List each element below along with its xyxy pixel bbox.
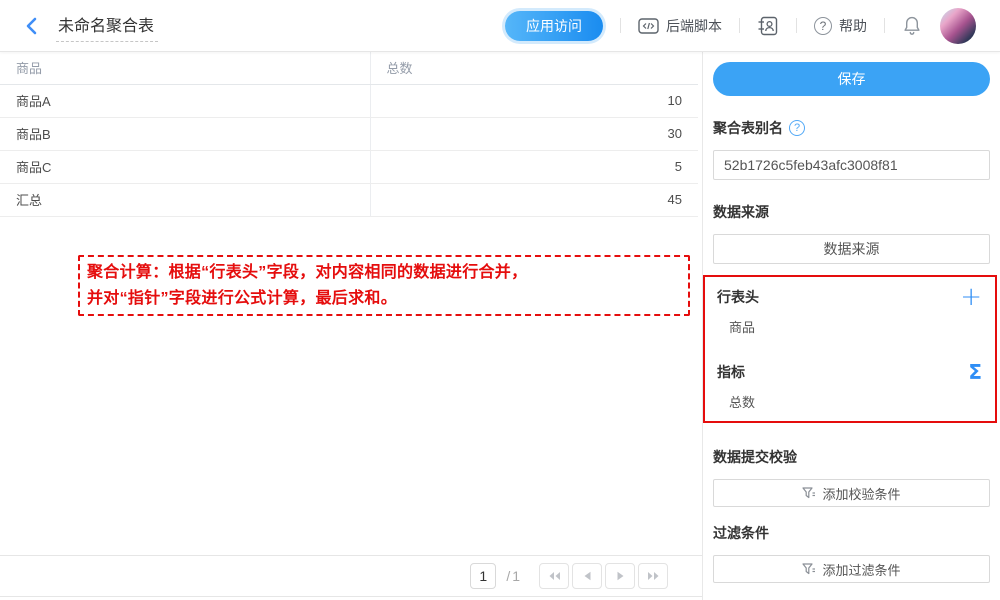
divider <box>620 18 621 33</box>
cell-total: 10 <box>370 84 698 117</box>
pagination-bar: 1 /1 <box>0 555 702 597</box>
table-row: 商品C 5 <box>0 150 698 183</box>
annotation-line-2: 并对“指针”字段进行公式计算，最后求和。 <box>87 286 681 312</box>
divider <box>739 18 740 33</box>
cell-product: 商品C <box>0 150 370 183</box>
prev-page-button[interactable] <box>572 563 602 589</box>
divider <box>884 18 885 33</box>
chevron-right-triangle-icon <box>616 571 625 581</box>
aggregation-preview-table: 商品 总数 商品A 10 商品B 30 商品C 5 <box>0 52 698 217</box>
page-title[interactable]: 未命名聚合表 <box>56 10 158 42</box>
filter-icon <box>802 487 816 500</box>
metric-label: 指标 <box>717 362 745 382</box>
double-chevron-right-icon <box>647 571 660 581</box>
filter-label: 过滤条件 <box>713 523 990 543</box>
add-validation-button[interactable]: 添加校验条件 <box>713 479 990 507</box>
cell-product: 商品A <box>0 84 370 117</box>
contacts-button[interactable] <box>757 16 779 36</box>
cell-product: 汇总 <box>0 183 370 216</box>
cell-total: 5 <box>370 150 698 183</box>
column-header-product: 商品 <box>0 52 370 84</box>
topbar: 未命名聚合表 应用访问 后端脚本 <box>0 0 1000 52</box>
row-header-label: 行表头 <box>717 287 759 307</box>
metric-section: 指标 Σ <box>705 360 995 384</box>
aggregation-fields-highlight: 行表头 + 商品 指标 Σ 总数 <box>703 275 997 423</box>
annotation-note: 聚合计算：根据“行表头”字段，对内容相同的数据进行合并， 并对“指针”字段进行公… <box>78 255 690 316</box>
table-row: 商品A 10 <box>0 84 698 117</box>
question-mark-icon: ? <box>814 17 832 35</box>
filter-label-text: 过滤条件 <box>713 523 769 543</box>
metric-field[interactable]: 总数 <box>729 392 995 411</box>
alias-help-icon[interactable]: ? <box>789 120 805 136</box>
row-header-field[interactable]: 商品 <box>729 317 995 336</box>
address-book-icon <box>757 16 779 36</box>
code-icon <box>638 17 659 35</box>
table-row: 商品B 30 <box>0 117 698 150</box>
add-filter-label: 添加过滤条件 <box>822 560 900 579</box>
last-page-button[interactable] <box>638 563 668 589</box>
table-header-row: 商品 总数 <box>0 52 698 84</box>
sigma-icon[interactable]: Σ <box>968 361 982 383</box>
next-page-button[interactable] <box>605 563 635 589</box>
current-page-input[interactable]: 1 <box>470 563 496 589</box>
content: 商品 总数 商品A 10 商品B 30 商品C 5 <box>0 52 1000 600</box>
validation-label-text: 数据提交校验 <box>713 447 797 467</box>
backend-script-label: 后端脚本 <box>666 16 722 36</box>
app-access-button[interactable]: 应用访问 <box>505 11 603 41</box>
validation-label: 数据提交校验 <box>713 447 990 467</box>
chevron-left-triangle-icon <box>583 571 592 581</box>
backend-script-button[interactable]: 后端脚本 <box>638 16 722 36</box>
chevron-left-icon <box>24 17 38 35</box>
aggregation-table-editor: 未命名聚合表 应用访问 后端脚本 <box>0 0 1000 600</box>
cell-total: 45 <box>370 183 698 216</box>
first-page-button[interactable] <box>539 563 569 589</box>
double-chevron-left-icon <box>548 571 561 581</box>
annotation-line-1: 聚合计算：根据“行表头”字段，对内容相同的数据进行合并， <box>87 260 681 286</box>
help-button[interactable]: ? 帮助 <box>814 16 867 36</box>
filter-icon <box>802 563 816 576</box>
save-button[interactable]: 保存 <box>713 62 990 96</box>
table-row: 汇总 45 <box>0 183 698 216</box>
total-pages-label: /1 <box>506 568 522 584</box>
datasource-label: 数据来源 <box>713 202 990 222</box>
divider <box>796 18 797 33</box>
alias-label-row: 聚合表别名 ? <box>713 118 990 138</box>
add-validation-label: 添加校验条件 <box>822 484 900 503</box>
add-filter-button[interactable]: 添加过滤条件 <box>713 555 990 583</box>
alias-input[interactable] <box>713 150 990 180</box>
preview-area: 商品 总数 商品A 10 商品B 30 商品C 5 <box>0 52 702 600</box>
settings-sidebar: 保存 聚合表别名 ? 数据来源 数据来源 行表头 + 商品 指标 Σ <box>702 52 1000 600</box>
datasource-button[interactable]: 数据来源 <box>713 234 990 264</box>
topbar-actions: 应用访问 后端脚本 <box>505 8 976 44</box>
back-button[interactable] <box>20 15 42 37</box>
add-row-header-icon[interactable]: + <box>960 286 982 308</box>
notification-button[interactable] <box>902 15 922 37</box>
row-header-section: 行表头 + <box>705 285 995 309</box>
user-avatar[interactable] <box>940 8 976 44</box>
alias-label: 聚合表别名 <box>713 118 783 138</box>
help-label: 帮助 <box>839 16 867 36</box>
column-header-total: 总数 <box>370 52 698 84</box>
cell-total: 30 <box>370 117 698 150</box>
datasource-label-text: 数据来源 <box>713 202 769 222</box>
bell-icon <box>902 15 922 37</box>
cell-product: 商品B <box>0 117 370 150</box>
